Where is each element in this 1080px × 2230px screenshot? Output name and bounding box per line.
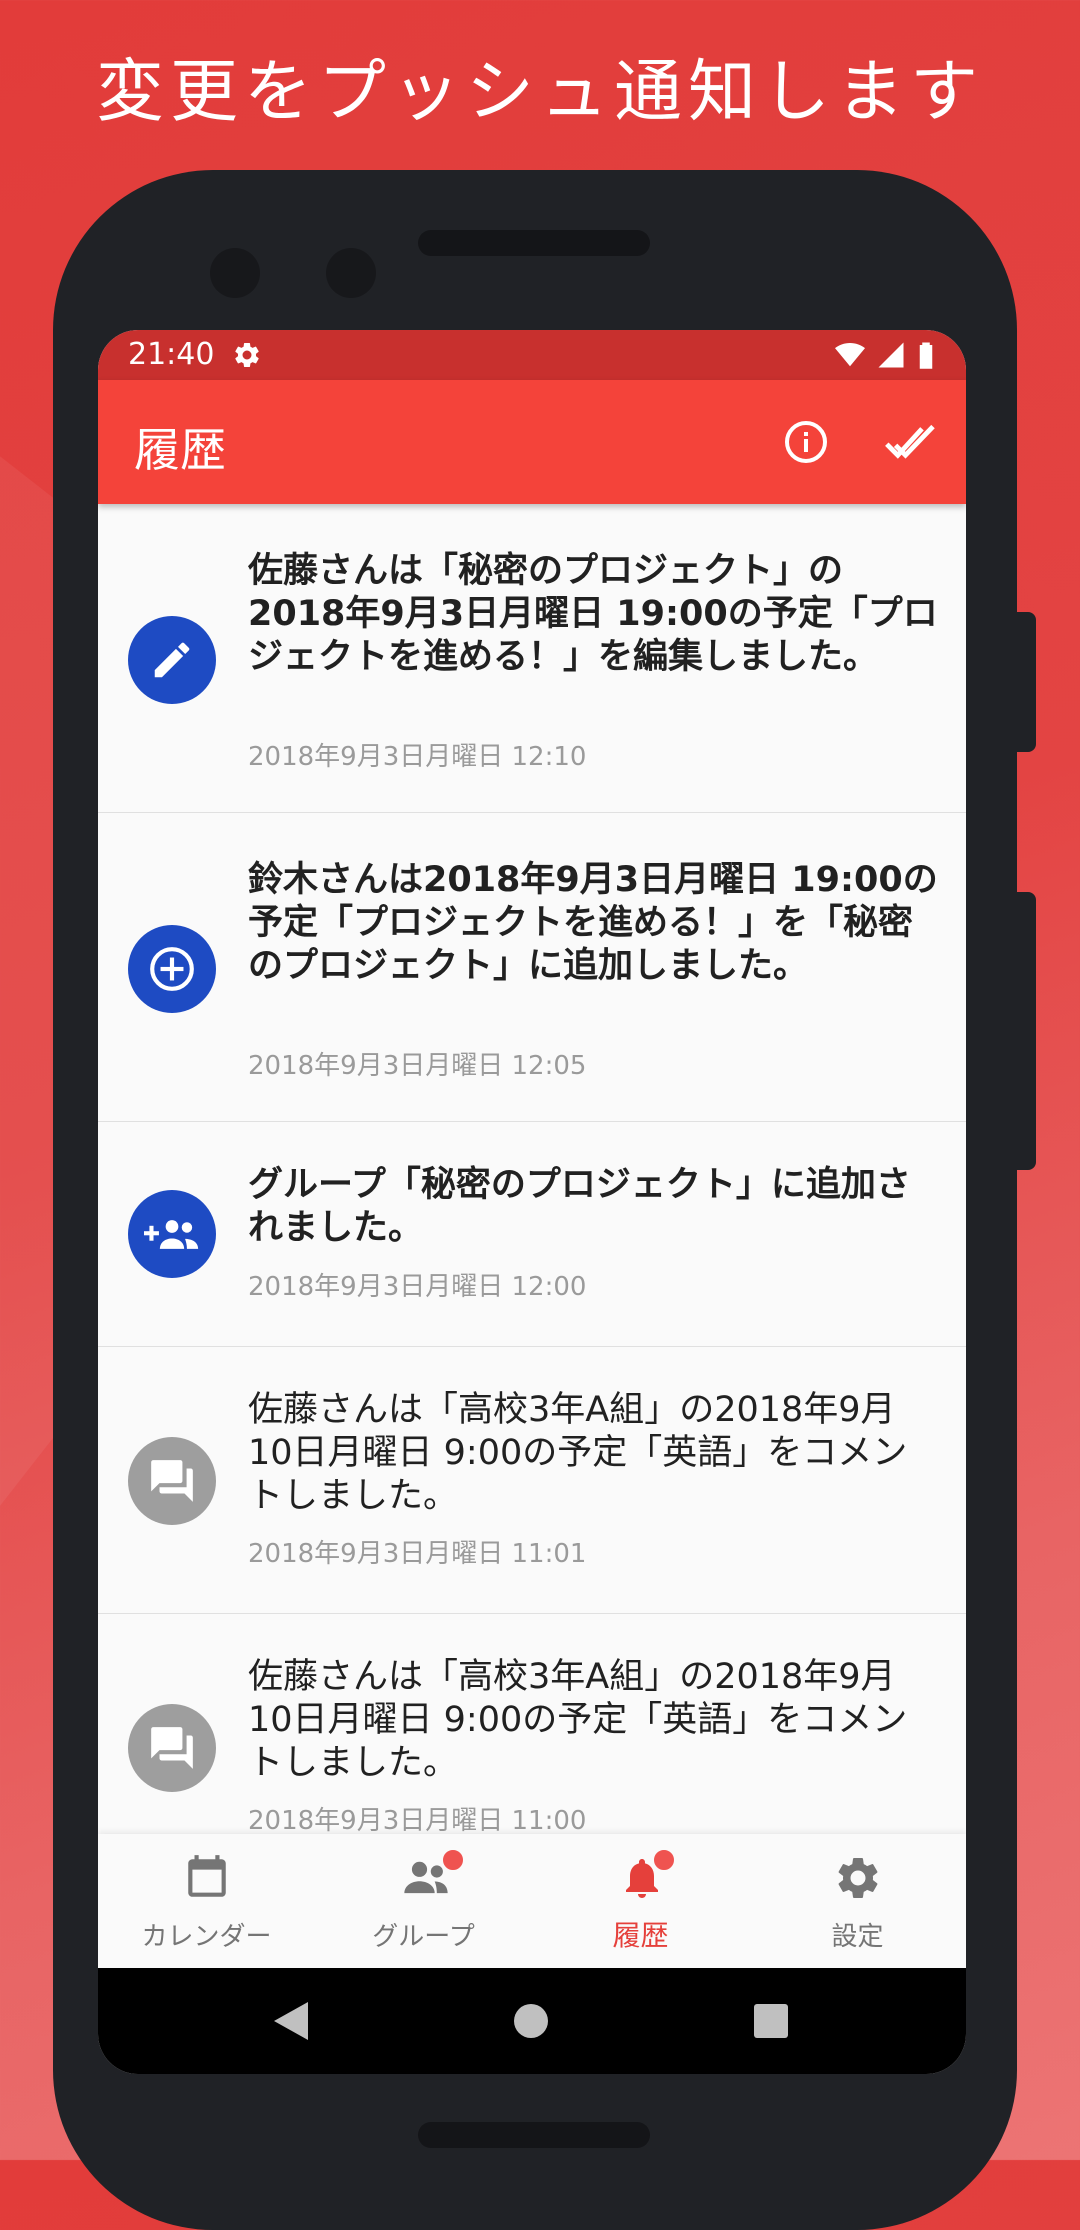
add-circle-icon: [128, 925, 216, 1013]
phone-power-button: [1014, 612, 1036, 752]
front-sensor: [326, 248, 376, 298]
tab-calendar[interactable]: カレンダー: [98, 1834, 315, 1968]
tab-label: 履歴: [612, 1919, 669, 1952]
system-navigation-bar: [98, 1968, 966, 2074]
group-add-icon: [128, 1190, 216, 1278]
history-item[interactable]: 佐藤さんは「高校3年A組」の2018年9月10日月曜日 9:00の予定「英語」を…: [98, 1347, 966, 1614]
notification-badge: [441, 1848, 465, 1872]
history-timestamp: 2018年9月3日月曜日 12:05: [248, 1051, 587, 1081]
gear-icon: [232, 340, 262, 378]
bottom-navigation: カレンダー グループ 履歴 設定: [98, 1834, 966, 1968]
tab-group[interactable]: グループ: [315, 1834, 532, 1968]
signal-icon: [878, 342, 904, 368]
tab-history[interactable]: 履歴: [532, 1834, 749, 1968]
app-bar: 履歴: [98, 380, 966, 504]
status-time: 21:40: [128, 337, 215, 372]
history-timestamp: 2018年9月3日月曜日 11:00: [248, 1806, 587, 1834]
phone-volume-button: [1014, 892, 1036, 1170]
history-message: 佐藤さんは「高校3年A組」の2018年9月10日月曜日 9:00の予定「英語」を…: [248, 1657, 908, 1783]
back-icon[interactable]: [274, 2002, 308, 2040]
done-all-icon[interactable]: [884, 420, 938, 468]
home-icon[interactable]: [512, 2002, 550, 2040]
bottom-speaker: [418, 2122, 650, 2148]
history-message: グループ「秘密のプロジェクト」に追加されました。: [248, 1165, 911, 1248]
info-icon[interactable]: [782, 418, 830, 470]
history-message: 佐藤さんは「秘密のプロジェクト」の2018年9月3日月曜日 19:00の予定「プ…: [248, 551, 938, 677]
front-camera: [210, 248, 260, 298]
page-title: 履歴: [134, 423, 226, 477]
history-timestamp: 2018年9月3日月曜日 12:00: [248, 1272, 587, 1302]
status-indicators: [833, 340, 936, 378]
history-item[interactable]: 佐藤さんは「秘密のプロジェクト」の2018年9月3日月曜日 19:00の予定「プ…: [98, 504, 966, 813]
comment-icon: [128, 1704, 216, 1792]
edit-icon: [128, 616, 216, 704]
notification-badge: [652, 1848, 676, 1872]
phone-screen: 21:40 履歴 佐藤さんは「秘密のプロジェクト」の2018年9月3日月曜日 1…: [98, 330, 966, 2074]
promo-title: 変更をプッシュ通知します: [95, 53, 984, 132]
comment-icon: [128, 1437, 216, 1525]
tab-settings[interactable]: 設定: [749, 1834, 966, 1968]
history-item[interactable]: グループ「秘密のプロジェクト」に追加されました。 2018年9月3日月曜日 12…: [98, 1122, 966, 1347]
history-message: 鈴木さんは2018年9月3日月曜日 19:00の予定「プロジェクトを進める！」を…: [248, 860, 938, 986]
earpiece-speaker: [418, 230, 650, 256]
calendar-icon: [182, 1852, 232, 1908]
history-timestamp: 2018年9月3日月曜日 12:10: [248, 742, 587, 772]
history-message: 佐藤さんは「高校3年A組」の2018年9月10日月曜日 9:00の予定「英語」を…: [248, 1390, 908, 1516]
history-item[interactable]: 佐藤さんは「高校3年A組」の2018年9月10日月曜日 9:00の予定「英語」を…: [98, 1614, 966, 1834]
battery-icon: [919, 342, 933, 369]
status-bar: 21:40: [98, 330, 966, 380]
gear-icon: [833, 1852, 883, 1908]
tab-label: グループ: [372, 1922, 475, 1952]
history-item[interactable]: 鈴木さんは2018年9月3日月曜日 19:00の予定「プロジェクトを進める！」を…: [98, 813, 966, 1122]
history-list[interactable]: 佐藤さんは「秘密のプロジェクト」の2018年9月3日月曜日 19:00の予定「プ…: [98, 504, 966, 1834]
tab-label: カレンダー: [141, 1922, 272, 1952]
history-timestamp: 2018年9月3日月曜日 11:01: [248, 1539, 587, 1569]
tab-label: 設定: [831, 1922, 884, 1952]
recents-icon[interactable]: [754, 2004, 788, 2038]
wifi-icon: [834, 343, 865, 367]
